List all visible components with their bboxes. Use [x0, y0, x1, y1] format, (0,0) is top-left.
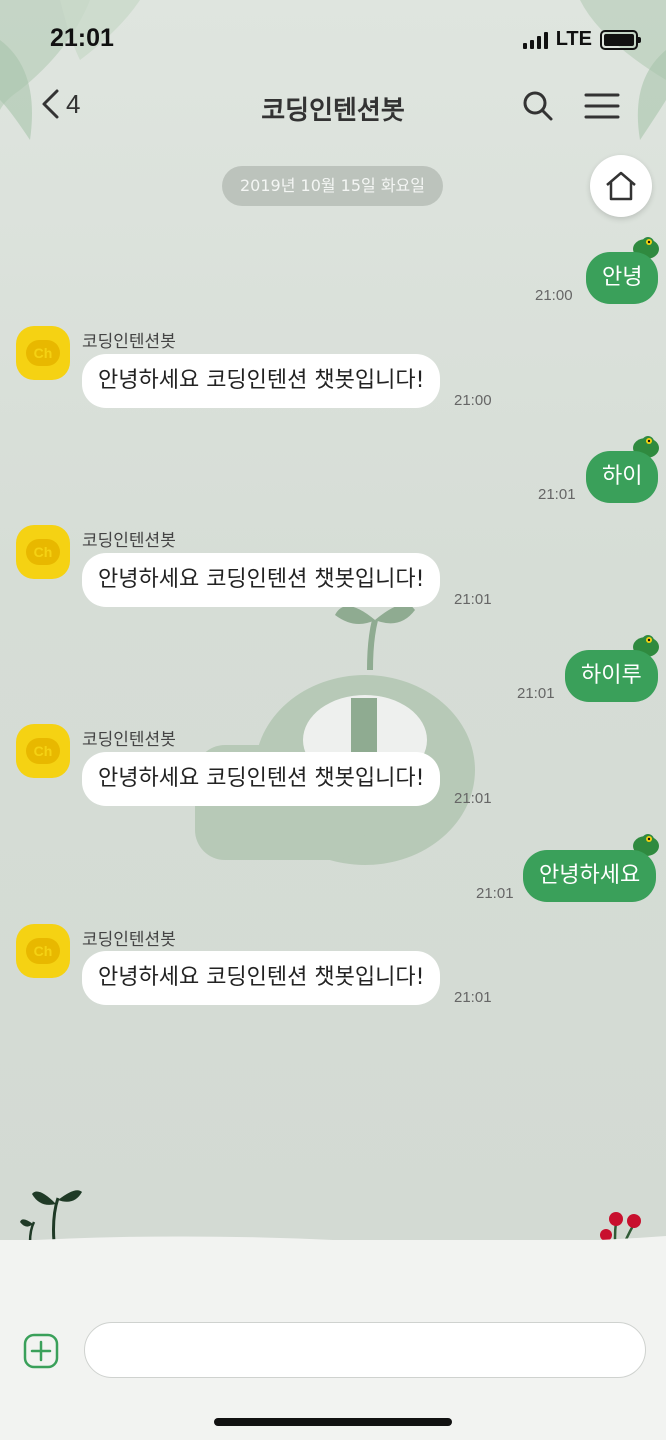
status-bar: 21:01 LTE: [0, 0, 666, 80]
home-icon: [606, 171, 636, 201]
sender-name: 코딩인텐션봇: [82, 332, 176, 352]
message-time: 21:01: [454, 790, 492, 807]
outgoing-message[interactable]: 하이루: [565, 650, 658, 702]
menu-icon: [584, 93, 620, 119]
message-time: 21:01: [517, 685, 555, 702]
message-time: 21:01: [454, 591, 492, 608]
incoming-message[interactable]: 안녕하세요 코딩인텐션 챗봇입니다!: [82, 354, 441, 408]
sender-name: 코딩인텐션봇: [82, 531, 176, 551]
message-time: 21:01: [454, 989, 492, 1006]
bot-avatar[interactable]: Ch: [16, 724, 70, 778]
outgoing-message[interactable]: 하이: [586, 451, 659, 503]
message-time: 21:01: [538, 486, 576, 503]
signal-icon: [522, 31, 548, 49]
channel-avatar-icon: Ch: [26, 539, 60, 565]
message-time: 21:00: [454, 392, 492, 409]
chat-header: 4 코딩인텐션봇: [0, 80, 666, 136]
sender-name: 코딩인텐션봇: [82, 730, 176, 750]
outgoing-message[interactable]: 안녕하세요: [523, 850, 657, 902]
network-type: LTE: [555, 28, 592, 50]
date-divider: 2019년 10월 15일 화요일: [222, 166, 443, 206]
bot-avatar[interactable]: Ch: [16, 326, 70, 380]
message-time: 21:01: [476, 885, 514, 902]
status-time: 21:01: [50, 24, 114, 52]
sprout-decoration-icon: [195, 604, 475, 865]
incoming-message[interactable]: 안녕하세요 코딩인텐션 챗봇입니다!: [82, 752, 441, 806]
bot-avatar[interactable]: Ch: [16, 525, 70, 579]
message-input[interactable]: [84, 1322, 646, 1378]
add-attachment-button[interactable]: [23, 1333, 59, 1373]
incoming-message[interactable]: 안녕하세요 코딩인텐션 챗봇입니다!: [82, 951, 441, 1005]
outgoing-message[interactable]: 안녕: [586, 252, 659, 304]
sender-name: 코딩인텐션봇: [82, 930, 176, 950]
message-time: 21:00: [535, 287, 573, 304]
channel-avatar-icon: Ch: [26, 340, 60, 366]
search-button[interactable]: [522, 90, 554, 126]
battery-icon: [600, 29, 641, 50]
home-indicator: [214, 1418, 452, 1426]
menu-button[interactable]: [584, 92, 620, 124]
incoming-message[interactable]: 안녕하세요 코딩인텐션 챗봇입니다!: [82, 553, 441, 607]
home-button[interactable]: [590, 155, 652, 217]
search-icon: [523, 91, 553, 121]
status-indicators: LTE: [522, 28, 641, 51]
channel-avatar-icon: Ch: [26, 738, 60, 764]
channel-avatar-icon: Ch: [26, 938, 60, 964]
chat-title: 코딩인텐션봇: [261, 96, 405, 126]
chat-screen: 21:01 LTE 4 코딩인텐션봇 2019년 10월 15일 화요일 안녕 …: [0, 0, 666, 1440]
bot-avatar[interactable]: Ch: [16, 924, 70, 978]
plus-icon: [23, 1333, 59, 1369]
